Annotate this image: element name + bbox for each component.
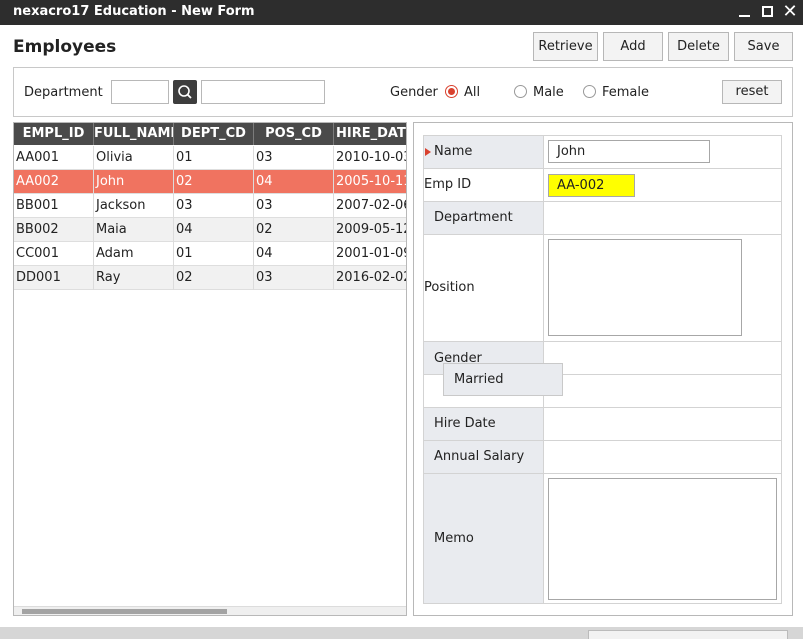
cell-full-name: Olivia	[94, 146, 174, 170]
department-search-label: Department	[24, 85, 103, 100]
position-label: Position	[424, 235, 544, 341]
gender-male-label: Male	[533, 85, 564, 100]
cell-full-name: Jackson	[94, 194, 174, 218]
cell-hire-date: 2010-10-03	[334, 146, 406, 170]
table-row[interactable]: CC001 Adam 01 04 2001-01-09	[14, 242, 406, 266]
empid-label: Emp ID	[424, 169, 544, 201]
add-button[interactable]: Add	[603, 32, 663, 61]
horizontal-scrollbar[interactable]	[14, 606, 406, 615]
cell-pos-cd: 04	[254, 170, 334, 194]
column-header-hire-date[interactable]: HIRE_DATE	[334, 123, 406, 145]
name-row: Name John	[423, 135, 782, 168]
cell-dept-cd: 01	[174, 242, 254, 266]
window-titlebar: nexacro17 Education - New Form ✕	[0, 0, 803, 25]
cell-dept-cd: 02	[174, 266, 254, 290]
cell-hire-date: 2001-01-09	[334, 242, 406, 266]
cell-full-name: Adam	[94, 242, 174, 266]
cell-full-name: John	[94, 170, 174, 194]
column-header-pos-cd[interactable]: POS_CD	[254, 123, 334, 145]
memo-row: Memo	[423, 473, 782, 604]
delete-button[interactable]: Delete	[668, 32, 729, 61]
gender-search-label: Gender	[390, 85, 438, 100]
cell-hire-date: 2016-02-02	[334, 266, 406, 290]
empid-row: Emp ID AA-002	[423, 168, 782, 201]
bottom-tab[interactable]	[588, 630, 788, 639]
minimize-icon[interactable]	[733, 0, 757, 25]
name-row-label-cell: Name	[424, 136, 544, 168]
cell-pos-cd: 02	[254, 218, 334, 242]
required-marker-icon	[425, 148, 431, 156]
gender-male-radio[interactable]	[514, 85, 527, 98]
name-input[interactable]: John	[548, 140, 710, 163]
name-label: Name	[434, 144, 473, 159]
hire-date-label: Hire Date	[424, 408, 544, 440]
cell-empl-id: BB001	[14, 194, 94, 218]
salary-label: Annual Salary	[424, 441, 544, 473]
gender-all-label: All	[464, 85, 481, 100]
gender-female-label: Female	[602, 85, 650, 100]
table-row[interactable]: BB002 Maia 04 02 2009-05-12	[14, 218, 406, 242]
retrieve-button[interactable]: Retrieve	[533, 32, 598, 61]
cell-empl-id: BB002	[14, 218, 94, 242]
search-button[interactable]	[173, 80, 197, 104]
cell-pos-cd: 03	[254, 146, 334, 170]
department-row: Department	[423, 201, 782, 234]
cell-pos-cd: 04	[254, 242, 334, 266]
cell-dept-cd: 04	[174, 218, 254, 242]
close-icon[interactable]: ✕	[778, 0, 802, 25]
cell-pos-cd: 03	[254, 266, 334, 290]
column-header-dept-cd[interactable]: DEPT_CD	[174, 123, 254, 145]
empid-input[interactable]: AA-002	[548, 174, 635, 197]
table-row[interactable]: AA001 Olivia 01 03 2010-10-03	[14, 146, 406, 170]
position-row: Position	[423, 234, 782, 341]
column-header-full-name[interactable]: FULL_NAME	[94, 123, 174, 145]
page-title: Employees	[13, 37, 117, 57]
cell-empl-id: CC001	[14, 242, 94, 266]
gender-female-radio[interactable]	[583, 85, 596, 98]
employee-grid[interactable]: EMPL_ID FULL_NAME DEPT_CD POS_CD HIRE_DA…	[13, 122, 407, 616]
cell-full-name: Maia	[94, 218, 174, 242]
gender-all-radio[interactable]	[445, 85, 458, 98]
table-row[interactable]: BB001 Jackson 03 03 2007-02-06	[14, 194, 406, 218]
married-toggle[interactable]: Married	[443, 363, 563, 396]
reset-button[interactable]: reset	[722, 80, 782, 104]
memo-label: Memo	[424, 474, 544, 603]
department-label: Department	[424, 202, 544, 234]
salary-row: Annual Salary	[423, 440, 782, 473]
cell-hire-date: 2005-10-11	[334, 170, 406, 194]
cell-pos-cd: 03	[254, 194, 334, 218]
table-row[interactable]: DD001 Ray 02 03 2016-02-02	[14, 266, 406, 290]
cell-dept-cd: 02	[174, 170, 254, 194]
hire-date-row: Hire Date	[423, 407, 782, 440]
grid-header: EMPL_ID FULL_NAME DEPT_CD POS_CD HIRE_DA…	[14, 123, 406, 145]
scrollbar-thumb[interactable]	[22, 609, 227, 614]
table-row-selected[interactable]: AA002 John 02 04 2005-10-11	[14, 170, 406, 194]
memo-textarea[interactable]	[548, 478, 777, 600]
search-icon	[178, 85, 192, 99]
position-list[interactable]	[548, 239, 742, 336]
department-name-input[interactable]	[201, 80, 325, 104]
cell-dept-cd: 01	[174, 146, 254, 170]
cell-dept-cd: 03	[174, 194, 254, 218]
maximize-icon[interactable]	[756, 0, 780, 25]
cell-empl-id: DD001	[14, 266, 94, 290]
department-code-input[interactable]	[111, 80, 169, 104]
save-button[interactable]: Save	[734, 32, 793, 61]
cell-full-name: Ray	[94, 266, 174, 290]
cell-empl-id: AA002	[14, 170, 94, 194]
window-title: nexacro17 Education - New Form	[13, 4, 255, 19]
cell-hire-date: 2009-05-12	[334, 218, 406, 242]
cell-hire-date: 2007-02-06	[334, 194, 406, 218]
column-header-empl-id[interactable]: EMPL_ID	[14, 123, 94, 145]
cell-empl-id: AA001	[14, 146, 94, 170]
